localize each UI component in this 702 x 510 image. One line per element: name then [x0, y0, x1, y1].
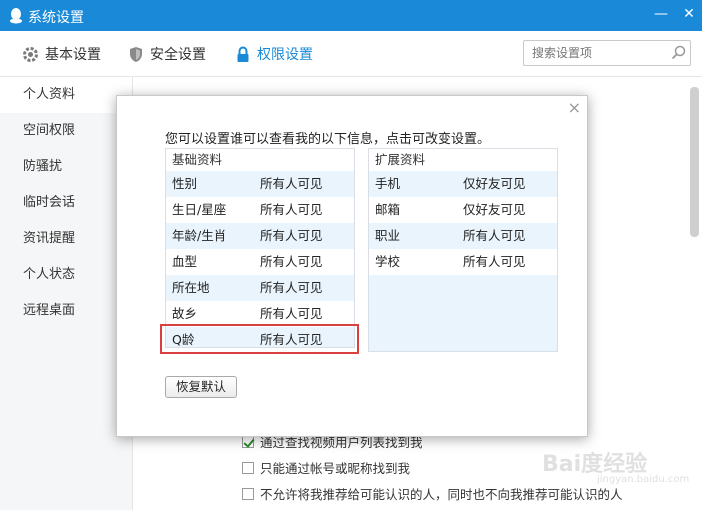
- tab-permission-settings-label: 权限设置: [257, 47, 313, 63]
- sidebar-item-personal-info[interactable]: 个人资料: [0, 77, 132, 113]
- baidu-watermark: Bai度经验 jingyan.baidu.com: [542, 446, 689, 486]
- extended-info-title: 扩展资料: [369, 149, 557, 171]
- visibility-row-birthday[interactable]: 生日/星座 所有人可见: [166, 197, 354, 223]
- window-title: 系统设置: [28, 10, 84, 26]
- tab-permission-settings[interactable]: 权限设置: [235, 43, 313, 65]
- visibility-row-phone[interactable]: 手机 仅好友可见: [369, 171, 557, 197]
- visibility-row-value[interactable]: 所有人可见: [260, 249, 323, 275]
- search-box[interactable]: [523, 40, 691, 66]
- q-age-highlight-box: [160, 324, 359, 354]
- search-input[interactable]: [530, 43, 664, 63]
- visibility-row-email[interactable]: 邮箱 仅好友可见: [369, 197, 557, 223]
- tab-security-settings[interactable]: 安全设置: [128, 43, 206, 65]
- sidebar-item-news-alert[interactable]: 资讯提醒: [0, 221, 132, 257]
- option-find-by-account-only-checkbox[interactable]: [242, 461, 254, 474]
- visibility-row-value[interactable]: 所有人可见: [463, 249, 526, 275]
- visibility-row-occupation[interactable]: 职业 所有人可见: [369, 223, 557, 249]
- visibility-row-key: 邮箱: [375, 202, 401, 217]
- option-no-recommend[interactable]: 不允许将我推荐给可能认识的人，同时也不向我推荐可能认识的人: [242, 484, 623, 503]
- option-find-by-account-only-label: 只能通过帐号或昵称找到我: [260, 461, 411, 476]
- visibility-row-key: 所在地: [172, 280, 210, 295]
- option-no-recommend-label: 不允许将我推荐给可能认识的人，同时也不向我推荐可能认识的人: [260, 487, 623, 502]
- visibility-row-blood-type[interactable]: 血型 所有人可见: [166, 249, 354, 275]
- option-no-recommend-checkbox[interactable]: [242, 487, 254, 500]
- dialog-close-icon[interactable]: ×: [568, 98, 581, 117]
- visibility-row-value[interactable]: 所有人可见: [260, 275, 323, 301]
- visibility-row-key: 职业: [375, 228, 401, 243]
- option-find-by-account-only[interactable]: 只能通过帐号或昵称找到我: [242, 458, 410, 477]
- basic-info-title: 基础资料: [166, 149, 354, 171]
- restore-default-button[interactable]: 恢复默认: [165, 376, 237, 398]
- visibility-row-value[interactable]: 所有人可见: [260, 197, 323, 223]
- sidebar-item-personal-status[interactable]: 个人状态: [0, 257, 132, 293]
- shield-icon: [130, 46, 142, 62]
- search-icon[interactable]: [671, 45, 686, 60]
- minimize-button[interactable]: —: [650, 4, 672, 24]
- visibility-row-school[interactable]: 学校 所有人可见: [369, 249, 557, 275]
- basic-info-panel: 基础资料 性别 所有人可见 生日/星座 所有人可见 年龄/生肖 所有人可见 血型…: [165, 148, 355, 348]
- visibility-row-key: 学校: [375, 254, 401, 269]
- close-window-button[interactable]: ✕: [678, 4, 700, 24]
- visibility-row-key: 手机: [375, 176, 401, 191]
- scrollbar-thumb[interactable]: [690, 87, 699, 237]
- visibility-row-value[interactable]: 仅好友可见: [463, 197, 526, 223]
- visibility-row-gender[interactable]: 性别 所有人可见: [166, 171, 354, 197]
- visibility-row-location[interactable]: 所在地 所有人可见: [166, 275, 354, 301]
- watermark-sub: jingyan.baidu.com: [597, 474, 690, 485]
- gear-icon: [23, 46, 38, 62]
- sidebar-item-anti-harassment[interactable]: 防骚扰: [0, 149, 132, 185]
- title-bar: 系统设置 — ✕: [0, 0, 702, 31]
- visibility-row-value[interactable]: 所有人可见: [260, 223, 323, 249]
- profile-visibility-dialog: × 您可以设置谁可以查看我的以下信息，点击可改变设置。 基础资料 性别 所有人可…: [116, 95, 588, 437]
- extended-info-panel: 扩展资料 手机 仅好友可见 邮箱 仅好友可见 职业 所有人可见 学校 所有人可见: [368, 148, 558, 352]
- visibility-row-key: 生日/星座: [172, 202, 227, 217]
- visibility-row-value[interactable]: 所有人可见: [463, 223, 526, 249]
- sidebar-item-remote-desktop[interactable]: 远程桌面: [0, 293, 132, 329]
- option-find-via-video-list-checkbox[interactable]: [242, 435, 254, 448]
- toolbar: 基本设置 安全设置 权限设置: [0, 31, 702, 77]
- visibility-row-key: 性别: [172, 176, 198, 191]
- visibility-row-age[interactable]: 年龄/生肖 所有人可见: [166, 223, 354, 249]
- lock-icon: [237, 45, 249, 62]
- visibility-row-value[interactable]: 仅好友可见: [463, 171, 526, 197]
- visibility-row-key: 血型: [172, 254, 198, 269]
- sidebar: 个人资料 空间权限 防骚扰 临时会话 资讯提醒 个人状态 远程桌面: [0, 77, 133, 510]
- tab-security-settings-label: 安全设置: [150, 47, 206, 63]
- sidebar-item-temp-chat[interactable]: 临时会话: [0, 185, 132, 221]
- dialog-intro: 您可以设置谁可以查看我的以下信息，点击可改变设置。: [165, 132, 491, 147]
- sidebar-item-space-permission[interactable]: 空间权限: [0, 113, 132, 149]
- qq-penguin-icon: [10, 8, 22, 24]
- tab-basic-settings[interactable]: 基本设置: [22, 43, 101, 65]
- visibility-row-value[interactable]: 所有人可见: [260, 171, 323, 197]
- visibility-row-key: 年龄/生肖: [172, 228, 227, 243]
- tab-basic-settings-label: 基本设置: [45, 47, 101, 63]
- scrollbar[interactable]: [688, 77, 702, 510]
